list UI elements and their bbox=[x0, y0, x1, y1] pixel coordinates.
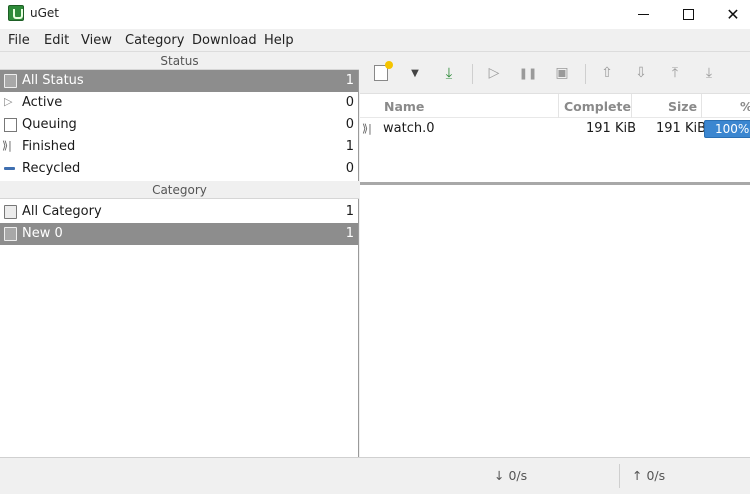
move-up-button[interactable]: ⇧ bbox=[596, 62, 618, 84]
move-top-icon: ⤒ bbox=[671, 65, 679, 81]
column-complete[interactable]: Complete bbox=[564, 99, 631, 114]
category-item-label: New 0 bbox=[22, 226, 63, 241]
properties-button[interactable]: ▣ bbox=[551, 62, 573, 84]
left-pane: Status All Status 1 ▷ Active 0 Queuing 0… bbox=[0, 52, 359, 457]
column-size[interactable]: Size bbox=[668, 99, 697, 114]
status-item-label: All Status bbox=[22, 73, 84, 88]
finished-icon: ⟫| bbox=[362, 122, 372, 135]
pause-button[interactable]: ❚❚ bbox=[517, 62, 539, 84]
minimize-icon bbox=[637, 14, 649, 15]
column-divider[interactable] bbox=[631, 94, 632, 118]
download-size: 191 KiB bbox=[656, 121, 707, 136]
menu-file[interactable]: File bbox=[8, 33, 30, 48]
menu-help[interactable]: Help bbox=[264, 33, 294, 48]
status-item-label: Recycled bbox=[22, 161, 81, 176]
move-top-button[interactable]: ⤒ bbox=[664, 62, 686, 84]
status-item-count: 0 bbox=[345, 95, 354, 110]
column-divider[interactable] bbox=[558, 94, 559, 118]
properties-icon: ▣ bbox=[555, 65, 569, 81]
download-icon: ⤓ bbox=[445, 64, 453, 82]
category-item-count: 1 bbox=[345, 204, 354, 219]
upload-speed: ↑ 0/s bbox=[632, 468, 666, 483]
window-title: uGet bbox=[30, 6, 59, 20]
all-category-icon bbox=[4, 205, 17, 219]
finished-icon: ⟫| bbox=[2, 139, 12, 152]
move-bottom-icon: ⤓ bbox=[705, 65, 713, 81]
arrow-up-icon: ⇧ bbox=[601, 65, 613, 81]
new-download-button[interactable] bbox=[370, 61, 393, 84]
start-button[interactable]: ▷ bbox=[483, 62, 505, 84]
play-icon: ▷ bbox=[488, 65, 500, 81]
download-progress: 100% bbox=[704, 120, 750, 138]
download-speed: ↓ 0/s bbox=[494, 468, 528, 483]
all-status-icon bbox=[4, 74, 17, 88]
column-percent[interactable]: % bbox=[740, 99, 750, 114]
category-item-new0[interactable]: New 0 1 bbox=[0, 223, 358, 245]
play-icon: ▷ bbox=[4, 95, 13, 108]
category-icon bbox=[4, 227, 17, 241]
status-item-count: 0 bbox=[345, 117, 354, 132]
close-icon: ✕ bbox=[726, 4, 740, 24]
menu-view[interactable]: View bbox=[81, 33, 112, 48]
document-icon bbox=[4, 118, 17, 132]
arrow-down-icon: ⇩ bbox=[635, 65, 647, 81]
status-item-queuing[interactable]: Queuing 0 bbox=[0, 114, 358, 136]
new-menu-dropdown[interactable]: ▼ bbox=[404, 62, 426, 84]
move-bottom-button[interactable]: ⤓ bbox=[698, 62, 720, 84]
category-item-all[interactable]: All Category 1 bbox=[0, 201, 358, 223]
status-item-count: 1 bbox=[345, 73, 354, 88]
toolbar-separator bbox=[472, 64, 473, 84]
status-item-count: 1 bbox=[345, 139, 354, 154]
close-button[interactable]: ✕ bbox=[710, 0, 750, 29]
maximize-icon bbox=[682, 9, 694, 20]
table-row[interactable]: ⟫| watch.0 191 KiB 191 KiB 100% bbox=[360, 118, 750, 140]
status-item-finished[interactable]: ⟫| Finished 1 bbox=[0, 136, 358, 158]
uget-app-icon bbox=[8, 5, 24, 21]
toolbar-separator bbox=[585, 64, 586, 84]
menu-bar: File Edit View Category Download Help bbox=[0, 29, 750, 52]
minimize-button[interactable] bbox=[620, 0, 666, 29]
category-item-count: 1 bbox=[345, 226, 354, 241]
move-down-button[interactable]: ⇩ bbox=[630, 62, 652, 84]
menu-category[interactable]: Category bbox=[125, 33, 184, 48]
column-divider[interactable] bbox=[701, 94, 702, 118]
pane-splitter[interactable] bbox=[360, 182, 750, 185]
statusbar-separator bbox=[619, 464, 620, 488]
status-bar: ↓ 0/s ↑ 0/s bbox=[0, 457, 750, 494]
download-name: watch.0 bbox=[383, 121, 435, 136]
batch-download-button[interactable]: ⤓ bbox=[438, 62, 460, 84]
column-name[interactable]: Name bbox=[384, 99, 424, 114]
pause-icon: ❚❚ bbox=[518, 66, 538, 80]
status-item-label: Active bbox=[22, 95, 63, 110]
chevron-down-icon: ▼ bbox=[411, 67, 419, 79]
status-item-label: Finished bbox=[22, 139, 76, 154]
status-item-recycled[interactable]: Recycled 0 bbox=[0, 158, 358, 180]
status-header: Status bbox=[0, 52, 359, 70]
download-table-header: Name Complete Size % bbox=[360, 94, 750, 118]
maximize-button[interactable] bbox=[665, 0, 711, 29]
toolbar: ▼ ⤓ ▷ ❚❚ ▣ ⇧ ⇩ ⤒ ⤓ bbox=[360, 52, 750, 94]
recycle-icon bbox=[4, 167, 15, 170]
category-header: Category bbox=[0, 181, 359, 199]
right-pane: ▼ ⤓ ▷ ❚❚ ▣ ⇧ ⇩ ⤒ ⤓ Name Complete Size % … bbox=[360, 52, 750, 457]
download-complete: 191 KiB bbox=[586, 121, 637, 136]
status-item-all[interactable]: All Status 1 bbox=[0, 70, 358, 92]
menu-download[interactable]: Download bbox=[192, 33, 257, 48]
new-download-icon bbox=[374, 61, 393, 81]
menu-edit[interactable]: Edit bbox=[44, 33, 69, 48]
category-item-label: All Category bbox=[22, 204, 102, 219]
title-bar: uGet ✕ bbox=[0, 0, 750, 29]
status-item-active[interactable]: ▷ Active 0 bbox=[0, 92, 358, 114]
status-item-count: 0 bbox=[345, 161, 354, 176]
status-item-label: Queuing bbox=[22, 117, 77, 132]
